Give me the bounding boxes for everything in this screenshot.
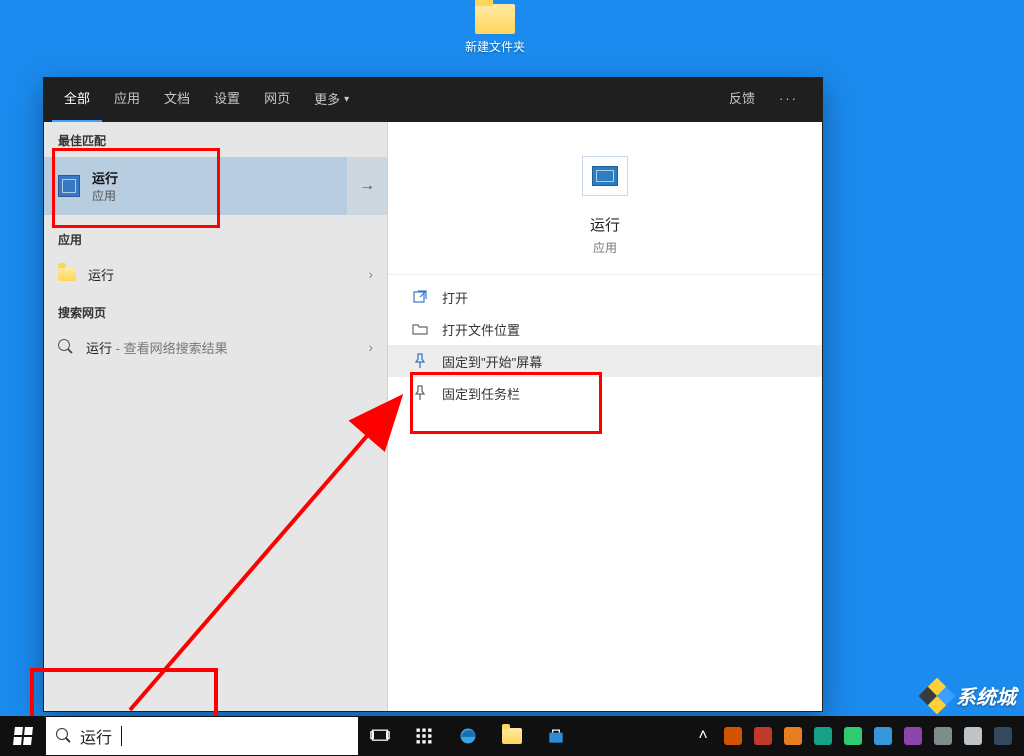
- best-match-subtitle: 应用: [92, 187, 118, 204]
- tray-item[interactable]: [718, 716, 748, 756]
- folder-icon: [475, 4, 515, 34]
- action-pin-taskbar[interactable]: 固定到任务栏: [388, 377, 822, 409]
- desktop-folder[interactable]: 新建文件夹: [460, 0, 530, 55]
- folder-open-icon: [412, 321, 428, 337]
- search-header: 全部 应用 文档 设置 网页 更多 ▾ 反馈 ···: [44, 78, 822, 122]
- tab-more[interactable]: 更多 ▾: [302, 78, 361, 122]
- tray-up-icon[interactable]: ˄: [688, 716, 718, 756]
- taskbar-app-store[interactable]: [534, 716, 578, 756]
- action-open[interactable]: 打开: [388, 281, 822, 313]
- more-options-button[interactable]: ···: [773, 78, 804, 122]
- tray-app-icon: [844, 727, 862, 745]
- tab-more-label: 更多: [314, 79, 340, 121]
- tray-app-icon: [784, 727, 802, 745]
- tray-app-icon: [814, 727, 832, 745]
- tray-app-icon: [724, 727, 742, 745]
- chevron-down-icon: ▾: [344, 79, 349, 121]
- web-result-row[interactable]: 运行 - 查看网络搜索结果 ›: [44, 327, 387, 367]
- start-button[interactable]: [0, 716, 46, 756]
- taskbar-app[interactable]: [402, 716, 446, 756]
- taskbar: 运行 ˄: [0, 716, 1024, 756]
- tray-item[interactable]: [928, 716, 958, 756]
- web-query: 运行: [86, 341, 112, 356]
- chevron-right-icon: ›: [368, 266, 373, 282]
- section-apps: 应用: [44, 221, 387, 254]
- desktop-folder-label: 新建文件夹: [460, 38, 530, 55]
- search-query-text: 运行: [80, 724, 112, 748]
- tray-app-icon: [934, 727, 952, 745]
- tray-item[interactable]: [838, 716, 868, 756]
- text-cursor: [121, 726, 122, 746]
- search-icon: [58, 339, 74, 355]
- action-open-location-label: 打开文件位置: [442, 320, 520, 339]
- pin-icon: [412, 385, 428, 401]
- store-icon: [546, 726, 566, 746]
- search-panel: 全部 应用 文档 设置 网页 更多 ▾ 反馈 ··· 最佳匹配: [43, 77, 823, 712]
- tray-item[interactable]: [808, 716, 838, 756]
- results-list: 最佳匹配 运行 应用 → 应用 运行 ›: [44, 122, 388, 711]
- tab-all[interactable]: 全部: [52, 78, 102, 122]
- edge-icon: [458, 726, 478, 746]
- windows-logo-icon: [13, 727, 33, 745]
- folder-icon: [502, 728, 522, 744]
- task-view-icon: [370, 726, 390, 746]
- tray-app-icon: [994, 727, 1012, 745]
- section-best-match: 最佳匹配: [44, 122, 387, 155]
- tray-item[interactable]: [748, 716, 778, 756]
- tray-app-icon: [874, 727, 892, 745]
- web-suffix: - 查看网络搜索结果: [112, 341, 228, 356]
- taskbar-app-explorer[interactable]: [490, 716, 534, 756]
- detail-title: 运行: [388, 214, 822, 235]
- section-web: 搜索网页: [44, 294, 387, 327]
- pin-icon: [412, 353, 428, 369]
- action-pin-start-label: 固定到"开始"屏幕: [442, 352, 542, 371]
- tray-app-icon: [904, 727, 922, 745]
- tab-settings[interactable]: 设置: [202, 78, 252, 122]
- expand-arrow-icon[interactable]: →: [347, 157, 387, 215]
- tray-app-icon: [964, 727, 982, 745]
- apps-result-row[interactable]: 运行 ›: [44, 254, 387, 294]
- tray-app-icon: [754, 727, 772, 745]
- tray-item[interactable]: [778, 716, 808, 756]
- detail-pane: 运行 应用 打开 打开文件位置: [388, 122, 822, 711]
- search-icon: [56, 728, 72, 744]
- tray-item[interactable]: [988, 716, 1018, 756]
- tab-apps[interactable]: 应用: [102, 78, 152, 122]
- apps-result-label: 运行: [88, 265, 114, 284]
- tab-web[interactable]: 网页: [252, 78, 302, 122]
- task-view-button[interactable]: [358, 716, 402, 756]
- best-match-title: 运行: [92, 168, 118, 187]
- watermark-text: 系统城: [956, 681, 1016, 710]
- system-tray: ˄: [688, 716, 1024, 756]
- action-open-label: 打开: [442, 288, 468, 307]
- best-match-row[interactable]: 运行 应用 →: [44, 157, 387, 215]
- chevron-right-icon: ›: [368, 339, 373, 355]
- detail-app-icon: [582, 156, 628, 196]
- taskbar-app-edge[interactable]: [446, 716, 490, 756]
- tray-item[interactable]: [868, 716, 898, 756]
- open-icon: [412, 289, 428, 305]
- desktop: 新建文件夹 全部 应用 文档 设置 网页 更多 ▾ 反馈 ··· 最佳匹配: [0, 0, 1024, 756]
- run-app-icon: [58, 175, 80, 197]
- action-pin-start[interactable]: 固定到"开始"屏幕: [388, 345, 822, 377]
- tray-item[interactable]: [898, 716, 928, 756]
- taskbar-search-input[interactable]: 运行: [46, 717, 358, 755]
- feedback-button[interactable]: 反馈: [723, 78, 761, 122]
- tab-docs[interactable]: 文档: [152, 78, 202, 122]
- folder-icon: [58, 267, 76, 281]
- watermark: 系统城: [924, 681, 1016, 710]
- action-pin-taskbar-label: 固定到任务栏: [442, 384, 520, 403]
- grid-icon: [414, 726, 434, 746]
- tray-item[interactable]: [958, 716, 988, 756]
- action-open-location[interactable]: 打开文件位置: [388, 313, 822, 345]
- detail-subtitle: 应用: [388, 239, 822, 256]
- watermark-logo-icon: [919, 677, 956, 714]
